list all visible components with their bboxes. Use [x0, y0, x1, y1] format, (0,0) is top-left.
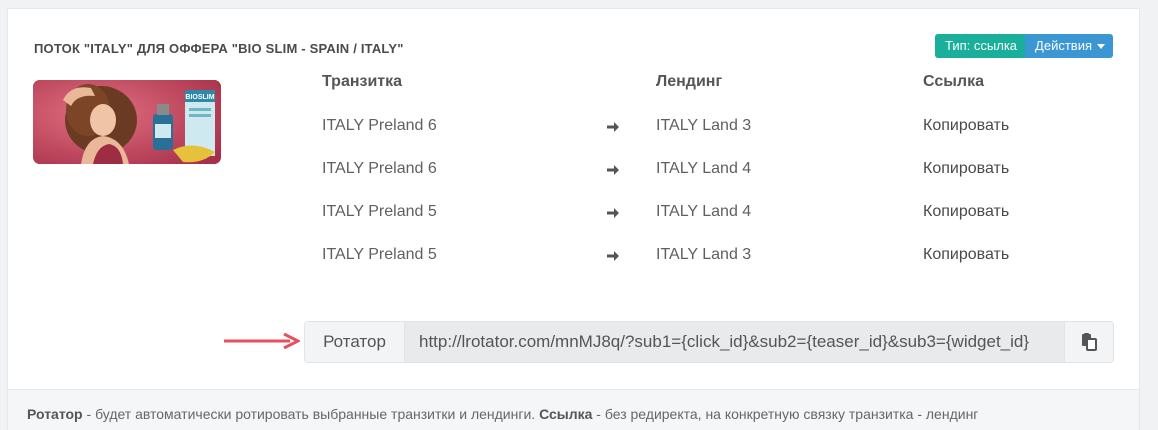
row-2-copy-link[interactable]: Копировать — [923, 160, 1009, 178]
pointer-arrow-icon — [224, 333, 300, 349]
row-3-prelanding: ITALY Preland 5 — [322, 203, 437, 220]
row-4-copy-link[interactable]: Копировать — [923, 246, 1009, 264]
row-2-landing: ITALY Land 4 — [656, 160, 752, 177]
offer-thumbnail: BIOSLIM — [33, 80, 221, 164]
row-4-landing: ITALY Land 3 — [656, 246, 752, 263]
help-footer: Ротатор - будет автоматически ротировать… — [8, 389, 1139, 430]
actions-label: Действия — [1035, 38, 1092, 53]
product-label: BIOSLIM — [185, 94, 214, 101]
rotator-label: Ротатор — [305, 322, 405, 362]
rotator-url-group: Ротатор — [304, 321, 1114, 363]
row-3-landing: ITALY Land 4 — [656, 203, 752, 220]
clipboard-icon — [1082, 333, 1097, 351]
link-description: - без редиректа, на конкретную связку тр… — [592, 406, 979, 422]
rotator-description: - будет автоматически ротировать выбранн… — [82, 406, 540, 422]
actions-dropdown-button[interactable]: Действия — [1025, 34, 1113, 58]
rotator-url-input[interactable] — [405, 322, 1065, 362]
arrow-right-icon — [607, 208, 619, 218]
row-1-prelanding: ITALY Preland 6 — [322, 117, 437, 134]
type-badge: Тип: ссылка — [935, 34, 1026, 58]
copy-rotator-button[interactable] — [1065, 322, 1113, 362]
help-text: Ротатор - будет автоматически ротировать… — [27, 406, 978, 422]
column-header-link: Ссылка — [923, 73, 984, 90]
link-term: Ссылка — [539, 406, 593, 422]
header-badges: Тип: ссылка Действия — [935, 34, 1113, 58]
flow-title: ПОТОК "ITALY" ДЛЯ ОФФЕРА "BIO SLIM - SPA… — [34, 41, 404, 56]
arrow-right-icon — [607, 122, 619, 132]
offer-image: BIOSLIM — [33, 80, 221, 164]
row-1-landing: ITALY Land 3 — [656, 117, 752, 134]
row-1-copy-link[interactable]: Копировать — [923, 117, 1009, 135]
row-3-copy-link[interactable]: Копировать — [923, 203, 1009, 221]
row-4-prelanding: ITALY Preland 5 — [322, 246, 437, 263]
caret-down-icon — [1097, 43, 1105, 49]
rotator-term: Ротатор — [27, 406, 83, 422]
column-header-landing: Лендинг — [656, 73, 723, 90]
arrow-right-icon — [607, 251, 619, 261]
column-header-prelanding: Транзитка — [322, 73, 403, 90]
flow-card: ПОТОК "ITALY" ДЛЯ ОФФЕРА "BIO SLIM - SPA… — [7, 8, 1140, 430]
arrow-right-icon — [607, 165, 619, 175]
row-2-prelanding: ITALY Preland 6 — [322, 160, 437, 177]
